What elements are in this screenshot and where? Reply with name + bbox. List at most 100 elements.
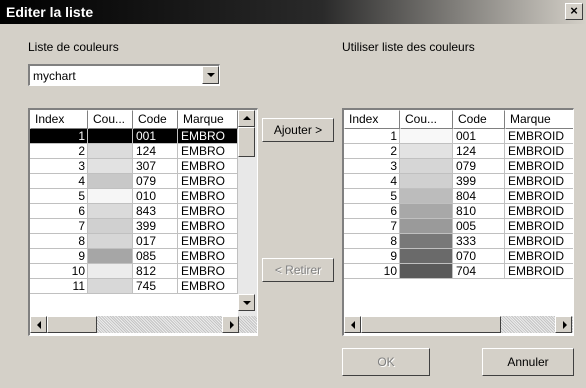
code-cell: 333	[453, 234, 505, 249]
brand-cell: EMBRO	[178, 249, 238, 264]
table-row[interactable]: 7 399 EMBRO	[30, 219, 238, 234]
column-header-color[interactable]: Cou...	[88, 110, 133, 129]
color-swatch-cell	[88, 144, 133, 159]
table-row[interactable]: 1 001 EMBRO	[30, 129, 238, 144]
code-cell: 070	[453, 249, 505, 264]
index-cell: 11	[30, 279, 88, 294]
horizontal-scrollbar[interactable]	[344, 316, 573, 333]
column-header-index[interactable]: Index	[344, 110, 400, 129]
table-row[interactable]: 4 399 EMBROID	[344, 174, 573, 189]
brand-cell: EMBROID	[505, 204, 573, 219]
close-icon: ×	[570, 3, 578, 18]
table-row[interactable]: 10 704 EMBROID	[344, 264, 573, 279]
vertical-scroll-thumb[interactable]	[238, 127, 255, 157]
table-row[interactable]: 7 005 EMBROID	[344, 219, 573, 234]
index-cell: 10	[344, 264, 400, 279]
scroll-down-button[interactable]	[238, 294, 255, 311]
used-color-list-table[interactable]: Index Cou... Code Marque 1 001 EMBROID 2 124…	[342, 108, 574, 336]
index-cell: 9	[344, 249, 400, 264]
ok-button[interactable]: OK	[342, 348, 430, 376]
color-swatch-cell	[400, 129, 453, 144]
code-cell: 079	[453, 159, 505, 174]
column-header-index[interactable]: Index	[30, 110, 88, 129]
table-row[interactable]: 8 333 EMBROID	[344, 234, 573, 249]
horizontal-scroll-thumb[interactable]	[361, 316, 501, 333]
table-row[interactable]: 3 307 EMBRO	[30, 159, 238, 174]
index-cell: 1	[344, 129, 400, 144]
brand-cell: EMBROID	[505, 159, 573, 174]
color-swatch-cell	[88, 219, 133, 234]
scroll-right-button[interactable]	[555, 316, 572, 333]
color-swatch-cell	[400, 204, 453, 219]
column-header-brand[interactable]: Marque	[178, 110, 238, 129]
remove-button[interactable]: < Retirer	[262, 258, 334, 282]
column-header-code[interactable]: Code	[133, 110, 178, 129]
column-header-code[interactable]: Code	[453, 110, 505, 129]
brand-cell: EMBROID	[505, 249, 573, 264]
vertical-scrollbar[interactable]	[238, 110, 257, 316]
brand-cell: EMBRO	[178, 144, 238, 159]
arrow-up-icon	[243, 116, 251, 120]
code-cell: 124	[133, 144, 178, 159]
brand-cell: EMBRO	[178, 279, 238, 294]
scroll-up-button[interactable]	[238, 110, 255, 127]
table-row[interactable]: 11 745 EMBRO	[30, 279, 238, 294]
color-list-dropdown-value: mychart	[33, 69, 76, 83]
table-row[interactable]: 9 070 EMBROID	[344, 249, 573, 264]
color-swatch-cell	[88, 279, 133, 294]
index-cell: 7	[344, 219, 400, 234]
table-row[interactable]: 8 017 EMBRO	[30, 234, 238, 249]
index-cell: 3	[344, 159, 400, 174]
table-row[interactable]: 6 810 EMBROID	[344, 204, 573, 219]
brand-cell: EMBRO	[178, 174, 238, 189]
horizontal-scroll-thumb[interactable]	[47, 316, 97, 333]
table-row[interactable]: 1 001 EMBROID	[344, 129, 573, 144]
table-row[interactable]: 5 010 EMBRO	[30, 189, 238, 204]
code-cell: 085	[133, 249, 178, 264]
table-row[interactable]: 2 124 EMBRO	[30, 144, 238, 159]
code-cell: 812	[133, 264, 178, 279]
index-cell: 3	[30, 159, 88, 174]
color-swatch-cell	[400, 159, 453, 174]
brand-cell: EMBRO	[178, 129, 238, 144]
table-row[interactable]: 10 812 EMBRO	[30, 264, 238, 279]
table-row[interactable]: 9 085 EMBRO	[30, 249, 238, 264]
index-cell: 9	[30, 249, 88, 264]
table-row[interactable]: 4 079 EMBRO	[30, 174, 238, 189]
index-cell: 1	[30, 129, 88, 144]
close-button[interactable]: ×	[565, 3, 583, 20]
add-button[interactable]: Ajouter >	[262, 118, 334, 142]
color-swatch-cell	[88, 174, 133, 189]
column-header-brand[interactable]: Marque	[505, 110, 573, 129]
dropdown-arrow-button[interactable]	[202, 66, 219, 84]
color-list-table[interactable]: Index Cou... Code Marque 1 001 EMBRO 2 124 EM…	[28, 108, 258, 336]
cancel-button[interactable]: Annuler	[482, 348, 574, 376]
code-cell: 399	[453, 174, 505, 189]
horizontal-scrollbar[interactable]	[30, 316, 257, 333]
index-cell: 4	[30, 174, 88, 189]
table-row[interactable]: 5 804 EMBROID	[344, 189, 573, 204]
scroll-left-button[interactable]	[344, 316, 361, 333]
code-cell: 079	[133, 174, 178, 189]
column-header-color[interactable]: Cou...	[400, 110, 453, 129]
brand-cell: EMBRO	[178, 234, 238, 249]
table-row[interactable]: 3 079 EMBROID	[344, 159, 573, 174]
color-swatch-cell	[88, 129, 133, 144]
color-list-dropdown[interactable]: mychart	[28, 64, 220, 86]
arrow-left-icon	[37, 321, 41, 329]
scroll-right-button[interactable]	[222, 316, 239, 333]
arrow-left-icon	[351, 321, 355, 329]
index-cell: 6	[344, 204, 400, 219]
code-cell: 010	[133, 189, 178, 204]
index-cell: 2	[30, 144, 88, 159]
table-row[interactable]: 6 843 EMBRO	[30, 204, 238, 219]
index-cell: 5	[30, 189, 88, 204]
index-cell: 6	[30, 204, 88, 219]
code-cell: 810	[453, 204, 505, 219]
code-cell: 307	[133, 159, 178, 174]
scroll-left-button[interactable]	[30, 316, 47, 333]
dialog-title: Editer la liste	[6, 4, 94, 20]
color-swatch-cell	[400, 234, 453, 249]
code-cell: 001	[453, 129, 505, 144]
table-row[interactable]: 2 124 EMBROID	[344, 144, 573, 159]
